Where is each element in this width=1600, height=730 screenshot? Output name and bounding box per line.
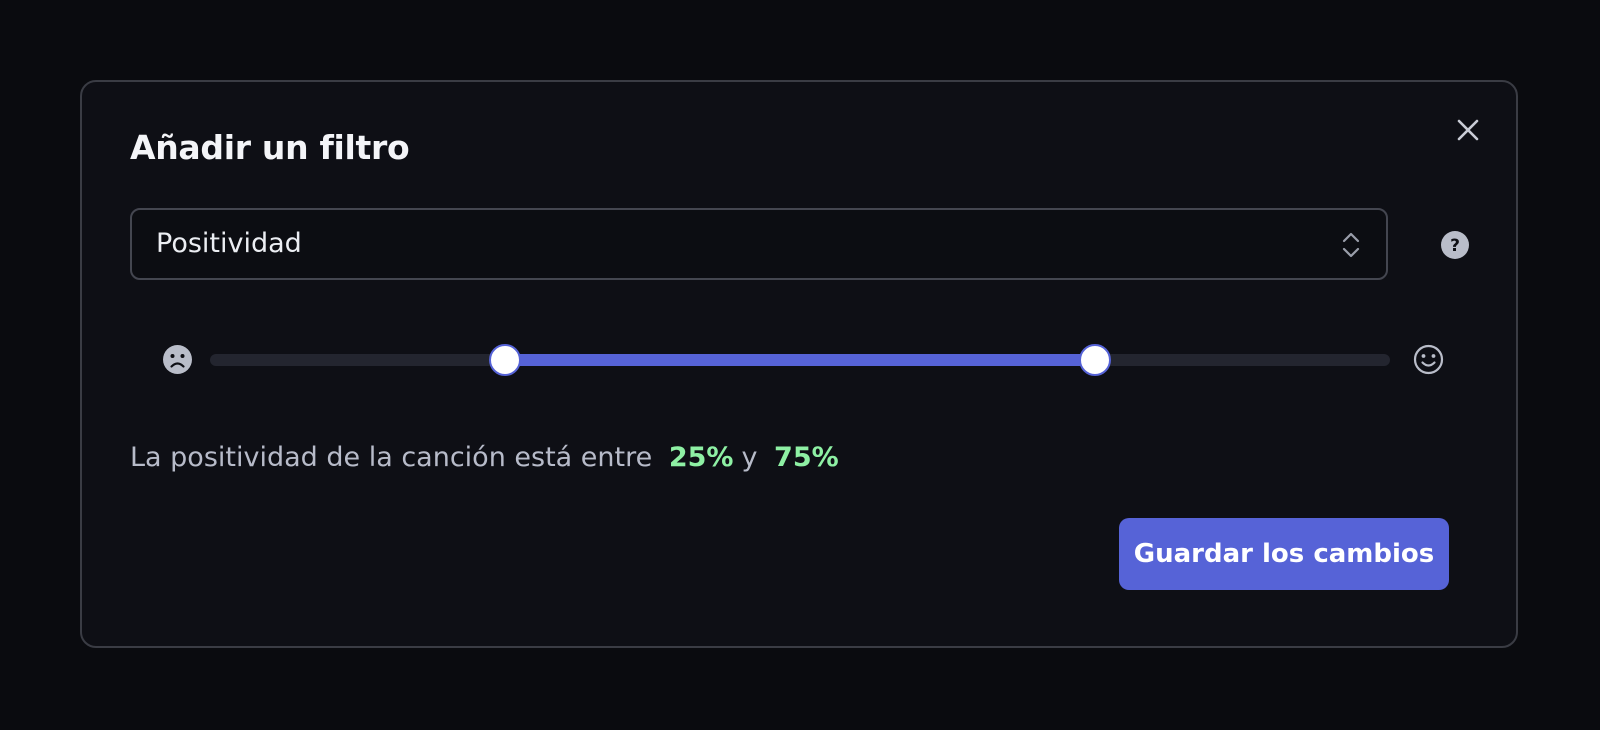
slider-thumb-max[interactable] bbox=[1079, 344, 1111, 376]
close-icon bbox=[1457, 119, 1479, 141]
range-high-value: 75% bbox=[774, 442, 839, 473]
close-button[interactable] bbox=[1454, 116, 1482, 144]
slider-track[interactable] bbox=[210, 344, 1390, 376]
summary-connector: y bbox=[741, 442, 758, 473]
slider-thumb-min[interactable] bbox=[489, 344, 521, 376]
summary-text: La positividad de la canción está entre bbox=[130, 442, 653, 473]
chevron-up-down-icon bbox=[1342, 232, 1360, 258]
question-circle-icon: ? bbox=[1441, 231, 1469, 259]
help-button[interactable]: ? bbox=[1440, 230, 1470, 260]
add-filter-dialog: Añadir un filtro Positividad ? La positi… bbox=[80, 80, 1518, 648]
slider-selected-range bbox=[505, 354, 1095, 366]
range-low-value: 25% bbox=[668, 442, 734, 473]
save-changes-button[interactable]: Guardar los cambios bbox=[1119, 518, 1449, 590]
sad-face-icon bbox=[163, 345, 192, 374]
positivity-range-slider bbox=[162, 340, 1444, 380]
happy-face-icon bbox=[1413, 344, 1444, 375]
filter-type-value: Positividad bbox=[156, 228, 302, 259]
svg-text:?: ? bbox=[1450, 236, 1460, 256]
dialog-title: Añadir un filtro bbox=[130, 128, 410, 167]
range-summary: La positividad de la canción está entre … bbox=[130, 442, 847, 473]
filter-type-select[interactable]: Positividad bbox=[130, 208, 1388, 280]
